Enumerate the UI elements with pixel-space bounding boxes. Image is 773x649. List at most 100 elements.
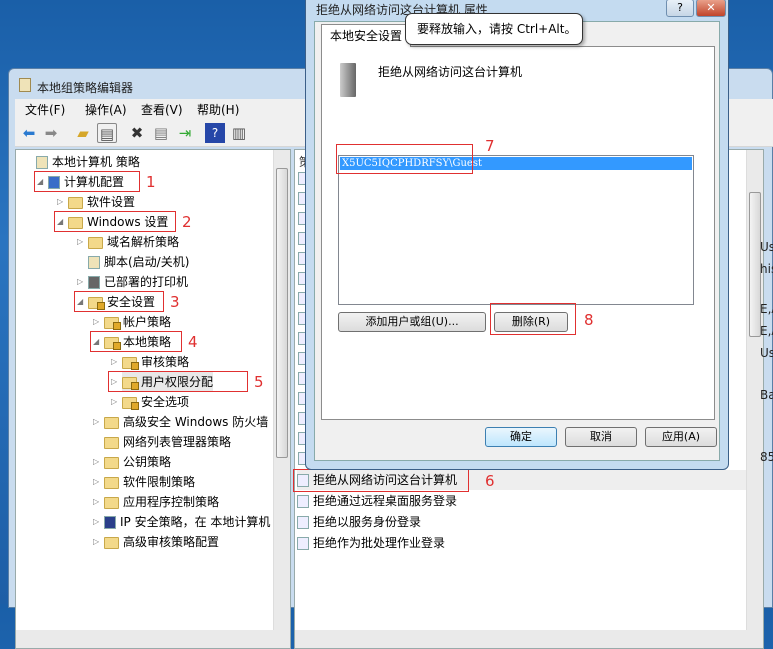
collapsed-arrow-icon[interactable]: ▷ xyxy=(111,392,117,412)
tree-item-label: 审核策略 xyxy=(141,355,190,369)
annotation-number-2: 2 xyxy=(182,213,192,231)
tree-item[interactable]: 本地计算机 策略 xyxy=(36,152,140,172)
show-action-pane-icon[interactable]: ▥ xyxy=(229,123,249,143)
tree-item[interactable]: ▷ 高级审核策略配置 xyxy=(93,532,220,552)
properties-dialog: 拒绝从网络访问这台计算机 属性 ? ✕ 拒绝从网络访问这台计算机 X5UC5IQ… xyxy=(305,0,729,470)
annotation-number-7: 7 xyxy=(485,137,495,155)
policy-list-item[interactable]: 拒绝以服务身份登录 xyxy=(297,512,421,532)
annotation-box-6 xyxy=(293,469,469,492)
truncated-setting-value: his xyxy=(760,262,773,276)
tree-item[interactable]: 脚本(启动/关机) xyxy=(88,252,189,272)
collapsed-arrow-icon[interactable]: ▷ xyxy=(93,492,99,512)
annotation-box-7 xyxy=(336,144,473,174)
tree-item[interactable]: ▷ 域名解析策略 xyxy=(77,232,179,252)
menu-action[interactable]: 操作(A) xyxy=(85,101,127,118)
collapsed-arrow-icon[interactable]: ▷ xyxy=(93,532,99,552)
folder-icon xyxy=(68,196,83,209)
list-horizontal-scrollbar[interactable] xyxy=(295,630,763,648)
tree-item[interactable]: 网络列表管理器策略 xyxy=(104,432,231,452)
forward-icon[interactable]: ➡ xyxy=(41,123,61,143)
show-hide-tree-icon[interactable]: ▤ xyxy=(97,123,117,143)
add-user-or-group-button[interactable]: 添加用户或组(U)... xyxy=(338,312,486,332)
folder-icon xyxy=(104,456,119,469)
export-icon[interactable]: ⇥ xyxy=(175,123,195,143)
tree-item-label: 脚本(启动/关机) xyxy=(104,255,190,269)
tree-item-label: 应用程序控制策略 xyxy=(123,495,220,509)
collapsed-arrow-icon[interactable]: ▷ xyxy=(77,232,83,252)
menu-help[interactable]: 帮助(H) xyxy=(197,101,239,118)
policy-list-item[interactable]: 拒绝通过远程桌面服务登录 xyxy=(297,491,457,511)
tree-item[interactable]: ▷ IP 安全策略，在 本地计算机 xyxy=(93,512,270,532)
folder-icon xyxy=(104,436,119,449)
policy-setting-icon xyxy=(297,537,309,550)
folder-icon xyxy=(104,496,119,509)
annotation-number-6: 6 xyxy=(485,472,495,490)
help-button[interactable]: ? xyxy=(666,0,694,17)
policy-icon xyxy=(19,78,31,92)
tab-local-security-setting[interactable]: 本地安全设置 xyxy=(321,24,412,47)
policy-name: 拒绝从网络访问这台计算机 xyxy=(378,65,523,79)
server-icon xyxy=(340,63,356,97)
tree-item[interactable]: ▷ 审核策略 xyxy=(111,352,190,372)
delete-icon[interactable]: ✖ xyxy=(127,123,147,143)
tree-item[interactable]: ▷ 高级安全 Windows 防火墙 xyxy=(93,412,269,432)
tree-horizontal-scrollbar[interactable] xyxy=(16,630,290,648)
menu-view[interactable]: 查看(V) xyxy=(141,101,183,118)
tree-item[interactable]: ▷ 软件设置 xyxy=(57,192,135,212)
back-icon[interactable]: ⬅ xyxy=(19,123,39,143)
tree-item[interactable]: ▷ 安全选项 xyxy=(111,392,189,412)
policy-list-item[interactable]: 拒绝作为批处理作业登录 xyxy=(297,533,445,553)
collapsed-arrow-icon[interactable]: ▷ xyxy=(93,472,99,492)
dialog-body: 拒绝从网络访问这台计算机 X5UC5IQCPHDRFSY\Guest 7 添加用… xyxy=(314,21,720,461)
collapsed-arrow-icon[interactable]: ▷ xyxy=(57,192,63,212)
collapsed-arrow-icon[interactable]: ▷ xyxy=(111,352,117,372)
ip-security-icon xyxy=(104,516,116,529)
tree-item[interactable]: ▷ 应用程序控制策略 xyxy=(93,492,220,512)
accounts-listbox[interactable]: X5UC5IQCPHDRFSY\Guest xyxy=(338,155,694,305)
tree-item-label: 本地计算机 策略 xyxy=(52,155,140,169)
help-icon[interactable]: ? xyxy=(205,123,225,143)
locked-folder-icon xyxy=(122,356,139,370)
folder-icon xyxy=(104,416,119,429)
collapsed-arrow-icon[interactable]: ▷ xyxy=(77,272,83,292)
collapsed-arrow-icon[interactable]: ▷ xyxy=(93,412,99,432)
truncated-setting-value: Us xyxy=(760,346,773,360)
cancel-button[interactable]: 取消 xyxy=(565,427,637,447)
tree-item[interactable]: ▷ 已部署的打印机 xyxy=(77,272,188,292)
tree-item-label: 高级安全 Windows 防火墙 xyxy=(123,415,269,429)
menu-file[interactable]: 文件(F) xyxy=(25,101,65,118)
policy-icon xyxy=(36,156,48,169)
locked-folder-icon xyxy=(104,316,121,330)
folder-icon xyxy=(88,236,103,249)
annotation-number-1: 1 xyxy=(146,173,156,191)
truncated-setting-value: E,A xyxy=(760,324,773,338)
up-folder-icon[interactable]: ▰ xyxy=(73,123,93,143)
truncated-setting-value: Us xyxy=(760,240,773,254)
release-input-tooltip: 要释放输入，请按 Ctrl+Alt。 xyxy=(405,13,583,45)
tree-item[interactable]: ▷ 帐户策略 xyxy=(93,312,171,332)
collapsed-arrow-icon[interactable]: ▷ xyxy=(93,512,99,532)
annotation-box-1 xyxy=(34,171,140,192)
locked-folder-icon xyxy=(122,396,139,410)
scroll-thumb[interactable] xyxy=(276,168,288,458)
annotation-number-4: 4 xyxy=(188,333,198,351)
annotation-number-8: 8 xyxy=(584,311,594,329)
folder-icon xyxy=(104,536,119,549)
policy-setting-icon xyxy=(297,495,309,508)
collapsed-arrow-icon[interactable]: ▷ xyxy=(93,312,99,332)
tree-vertical-scrollbar[interactable] xyxy=(273,150,290,630)
printer-icon xyxy=(88,276,100,289)
tree-item-label: 公钥策略 xyxy=(123,455,172,469)
tree-item-label: 高级审核策略配置 xyxy=(123,535,220,549)
ok-button[interactable]: 确定 xyxy=(485,427,557,447)
tree-item[interactable]: ▷ 软件限制策略 xyxy=(93,472,195,492)
collapsed-arrow-icon[interactable]: ▷ xyxy=(93,452,99,472)
truncated-setting-value: E,A xyxy=(760,302,773,316)
close-button[interactable]: ✕ xyxy=(696,0,726,17)
tree-item[interactable]: ▷ 公钥策略 xyxy=(93,452,172,472)
properties-icon[interactable]: ▤ xyxy=(151,123,171,143)
apply-button[interactable]: 应用(A) xyxy=(645,427,717,447)
annotation-box-5 xyxy=(108,371,248,392)
policy-item-label: 拒绝以服务身份登录 xyxy=(313,515,422,529)
policy-item-label: 拒绝通过远程桌面服务登录 xyxy=(313,494,458,508)
